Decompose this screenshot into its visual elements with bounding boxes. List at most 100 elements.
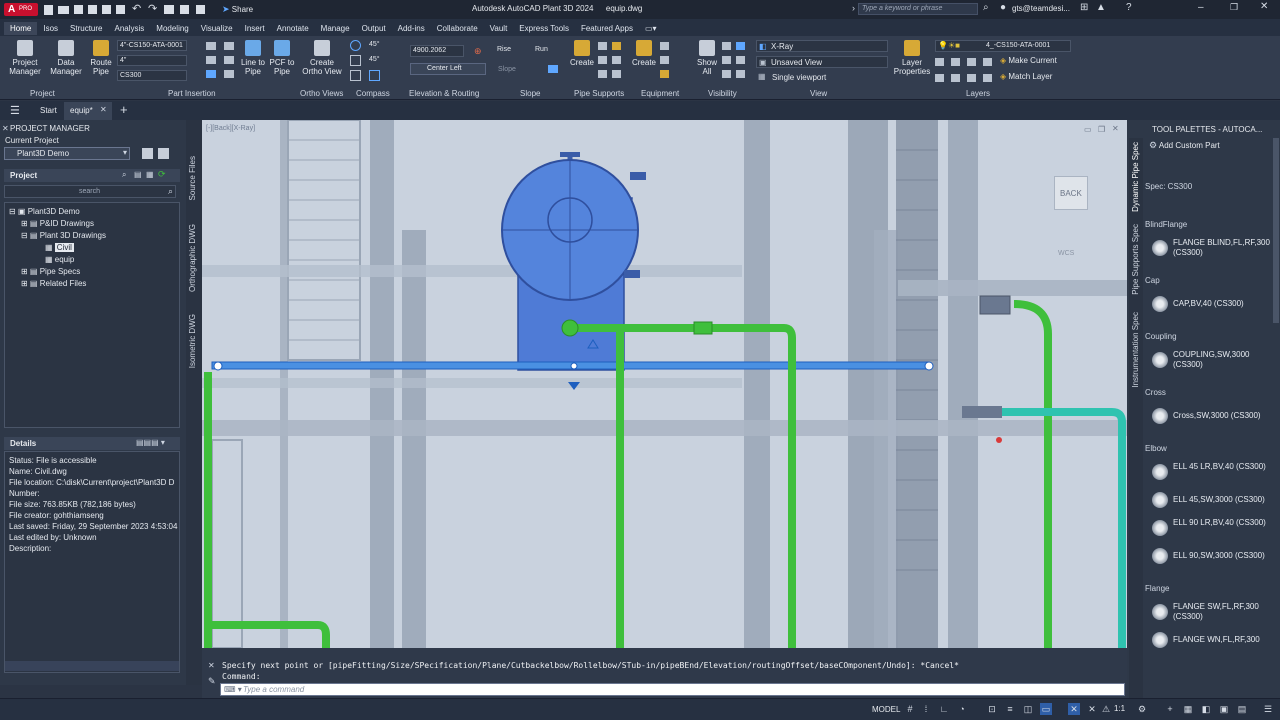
command-close-icon[interactable]: ✕ xyxy=(208,661,215,670)
search-icon[interactable]: ⌕ xyxy=(983,2,989,13)
scale-label[interactable]: 1:1 xyxy=(1114,704,1125,713)
project-search-box[interactable]: search ⌕ xyxy=(4,185,176,198)
chevron-right-icon[interactable]: › xyxy=(852,3,855,13)
save-icon[interactable] xyxy=(74,5,83,14)
list-view-icon[interactable]: ▤ xyxy=(134,170,142,179)
hide-layer-icon[interactable] xyxy=(736,56,745,64)
data-manager-button[interactable]: Data Manager xyxy=(48,40,84,76)
workspace-gear-icon[interactable]: ⚙ xyxy=(1136,703,1148,715)
tab-insert[interactable]: Insert xyxy=(239,22,271,35)
palette-part-icon[interactable] xyxy=(1152,492,1168,508)
open-folder-icon[interactable] xyxy=(58,6,69,14)
panel-label-view[interactable]: View xyxy=(810,89,827,98)
support-more-icon[interactable] xyxy=(612,70,621,78)
visual-style-dropdown[interactable]: ◧ X-Ray xyxy=(756,40,888,52)
equip-nozzle-icon[interactable] xyxy=(660,56,669,64)
tree-item-civil[interactable]: ▦ Civil xyxy=(45,243,74,252)
palette-part-icon[interactable] xyxy=(1152,408,1168,424)
layer-delete-icon[interactable] xyxy=(967,74,976,82)
compass-grid-icon[interactable] xyxy=(350,70,361,81)
layer-state-icon[interactable] xyxy=(180,5,189,14)
units-icon[interactable]: ▦ xyxy=(1182,703,1194,715)
panel-label-layers[interactable]: Layers xyxy=(966,89,990,98)
tab-structure[interactable]: Structure xyxy=(64,22,108,35)
palette-item[interactable]: ELL 45,SW,3000 (CS300) xyxy=(1173,495,1277,505)
web-mobile-icon[interactable] xyxy=(102,5,111,14)
insert-icon[interactable] xyxy=(224,56,234,64)
plus-icon[interactable]: + xyxy=(1164,703,1176,715)
drawing-viewport[interactable]: [-][Back][X-Ray] BACK WCS ▭ ❐ ✕ xyxy=(202,120,1127,648)
viewport-close-icon[interactable]: ✕ xyxy=(1112,124,1119,133)
new-file-icon[interactable] xyxy=(44,5,53,15)
palette-item[interactable]: ELL 45 LR,BV,40 (CS300) xyxy=(1173,462,1277,472)
palette-item[interactable]: FLANGE WN,FL,RF,300 xyxy=(1173,635,1277,645)
create-equipment-button[interactable]: Create xyxy=(630,40,658,67)
help-icon[interactable]: ? xyxy=(1126,2,1132,13)
size-dropdown[interactable]: 4" xyxy=(117,55,187,66)
elevation-field[interactable]: 4900.2062 xyxy=(410,45,464,57)
cart-icon[interactable]: ⊞ xyxy=(1080,2,1088,13)
redo-icon[interactable]: ↷ xyxy=(148,2,157,15)
workspace-icon[interactable] xyxy=(196,5,205,14)
visibility-more-icon[interactable] xyxy=(736,70,745,78)
tab-dynamic-pipe-spec[interactable]: Dynamic Pipe Spec xyxy=(1131,142,1140,212)
panel-label-elevation[interactable]: Elevation & Routing xyxy=(409,89,479,98)
tab-collaborate[interactable]: Collaborate xyxy=(431,22,484,35)
palette-item[interactable]: ELL 90,SW,3000 (CS300) xyxy=(1173,551,1277,561)
tab-instrumentation-spec[interactable]: Instrumentation Spec xyxy=(1131,312,1140,388)
hamburger-menu-icon[interactable]: ☰ xyxy=(10,104,20,117)
search-input[interactable]: Type a keyword or phrase xyxy=(862,5,942,12)
compass-extra-icon[interactable] xyxy=(369,70,380,81)
ortho-icon[interactable]: ∟ xyxy=(938,703,950,715)
model-drawing[interactable] xyxy=(202,120,1127,648)
project-settings-icon[interactable] xyxy=(158,148,169,159)
layer-off-icon[interactable] xyxy=(935,58,944,66)
wcs-label[interactable]: WCS xyxy=(1058,250,1074,257)
close-panel-icon[interactable]: ✕ xyxy=(2,124,9,133)
osnap-icon[interactable]: ⊡ xyxy=(986,703,998,715)
palette-scrollbar[interactable] xyxy=(1273,138,1279,323)
details-tool-icon[interactable]: ▤▤▤ ▾ xyxy=(136,438,165,447)
palette-part-icon[interactable] xyxy=(1152,352,1168,368)
tab-annotate[interactable]: Annotate xyxy=(271,22,315,35)
center-left-dropdown[interactable]: Center Left xyxy=(410,63,486,75)
search-box[interactable]: Type a keyword or phrase xyxy=(858,3,978,15)
palette-part-icon[interactable] xyxy=(1152,548,1168,564)
slope-field[interactable]: Slope xyxy=(498,66,516,73)
model-space-label[interactable]: MODEL xyxy=(872,705,900,714)
support-del-icon[interactable] xyxy=(598,70,607,78)
palette-part-icon[interactable] xyxy=(1152,604,1168,620)
named-view-dropdown[interactable]: ▣ Unsaved View xyxy=(756,56,888,68)
layer-merge-icon[interactable] xyxy=(951,74,960,82)
palette-item[interactable]: FLANGE SW,FL,RF,300 (CS300) xyxy=(1173,602,1277,622)
equip-tab[interactable]: equip* ✕ xyxy=(64,102,112,120)
support-copy-icon[interactable] xyxy=(612,56,621,64)
layer-prev-icon[interactable] xyxy=(983,74,992,82)
hide-icon[interactable] xyxy=(736,42,745,50)
viewcube-back[interactable]: BACK xyxy=(1054,176,1088,210)
print-icon[interactable] xyxy=(142,148,153,159)
palette-part-icon[interactable] xyxy=(1152,632,1168,648)
tab-vault[interactable]: Vault xyxy=(484,22,514,35)
isolate-icon[interactable] xyxy=(722,42,731,50)
undo-icon[interactable]: ↶ xyxy=(132,2,141,15)
tab-pipe-supports-spec[interactable]: Pipe Supports Spec xyxy=(1131,224,1140,295)
new-tab-icon[interactable]: + xyxy=(120,102,128,117)
user-icon[interactable]: ● xyxy=(1000,2,1006,13)
polar-icon[interactable]: ◔ xyxy=(956,703,968,715)
clean-screen-icon[interactable]: ▤ xyxy=(1236,703,1248,715)
palette-part-icon[interactable] xyxy=(1152,520,1168,536)
palette-part-icon[interactable] xyxy=(1152,240,1168,256)
line-to-pipe-button[interactable]: Line to Pipe xyxy=(238,40,268,76)
create-ortho-view-button[interactable]: Create Ortho View xyxy=(300,40,344,76)
angle1-value[interactable]: 45° xyxy=(369,41,380,48)
tab-home[interactable]: Home xyxy=(4,22,38,35)
palette-item[interactable]: Cross,SW,3000 (CS300) xyxy=(1173,411,1277,421)
refresh-icon[interactable]: ⟳ xyxy=(158,169,166,180)
tab-isos[interactable]: Isos xyxy=(37,22,64,35)
user-name[interactable]: gts@teamdesi... xyxy=(1012,4,1070,13)
project-search-input[interactable]: search xyxy=(79,188,100,195)
tree-item-pid[interactable]: ⊞ ▤ P&ID Drawings xyxy=(21,219,94,228)
equip-attach-icon[interactable] xyxy=(660,70,669,78)
move-icon[interactable] xyxy=(206,70,216,78)
